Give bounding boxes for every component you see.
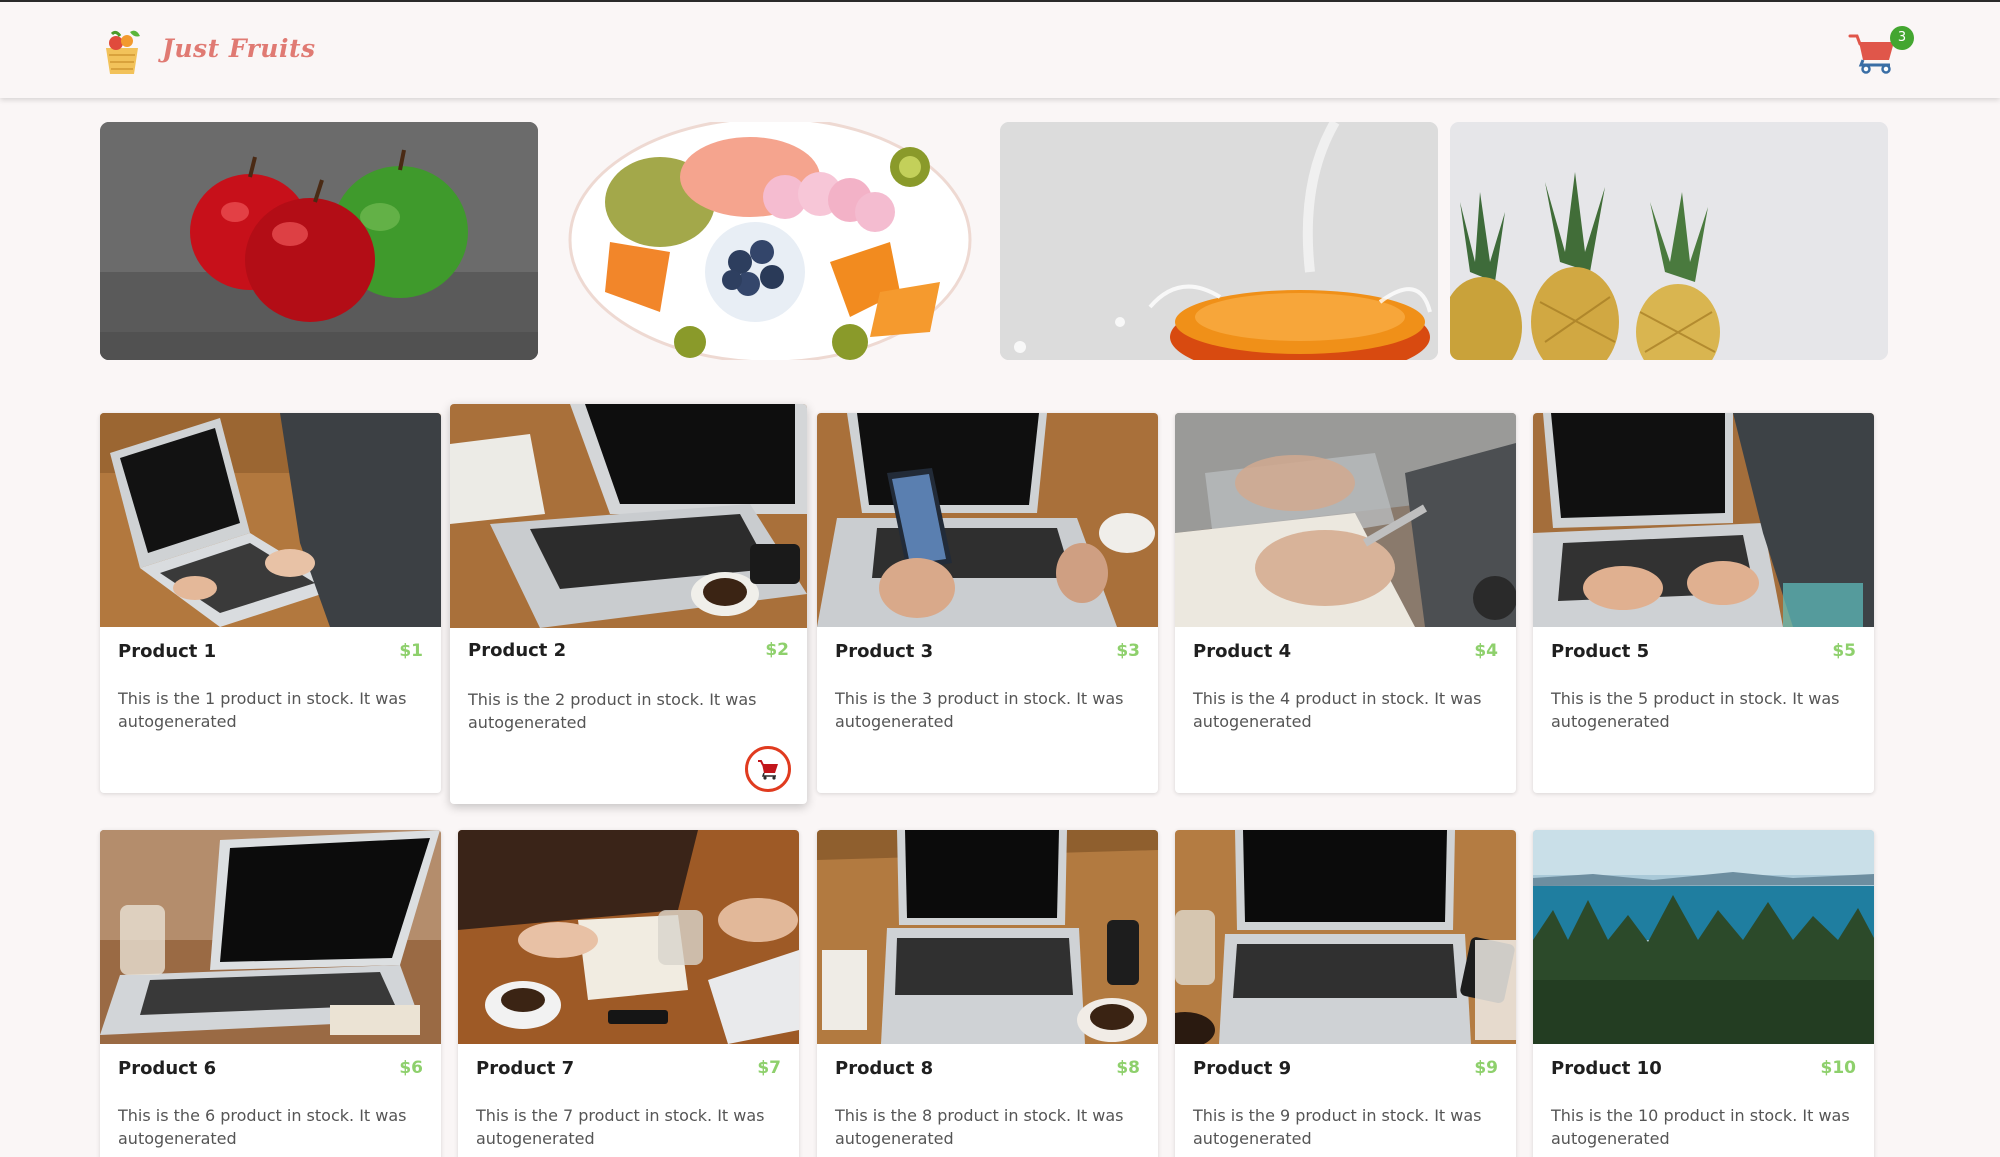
product-description: This is the 6 product in stock. It was a…: [118, 1106, 407, 1148]
product-name[interactable]: Product 6: [118, 1058, 216, 1079]
apples-illustration: [100, 122, 538, 360]
product-image: [1533, 413, 1874, 627]
product-card[interactable]: Product 7 $7 This is the 7 product in st…: [458, 830, 799, 1157]
product-image: [1175, 413, 1516, 627]
cart-count-badge: 3: [1890, 26, 1914, 50]
product-image: [817, 830, 1158, 1044]
fruit-basket-icon[interactable]: [100, 28, 144, 76]
pineapples-illustration: [1450, 122, 1888, 360]
product-description: This is the 5 product in stock. It was a…: [1551, 689, 1840, 731]
product-card[interactable]: Product 8 $8 This is the 8 product in st…: [817, 830, 1158, 1157]
product-name[interactable]: Product 8: [835, 1058, 933, 1079]
product-price: $9: [1474, 1058, 1498, 1078]
add-to-cart-icon: [758, 760, 778, 780]
product-card[interactable]: Product 6 $6 This is the 6 product in st…: [100, 830, 441, 1157]
brand-name[interactable]: Just Fruits: [162, 34, 316, 63]
product-price: $2: [765, 640, 789, 660]
product-description: This is the 3 product in stock. It was a…: [835, 689, 1124, 731]
shopping-cart-icon: [1848, 34, 1894, 74]
product-image: [100, 413, 441, 627]
product-description: This is the 10 product in stock. It was …: [1551, 1106, 1850, 1148]
cart-button[interactable]: 3: [1848, 26, 1914, 76]
product-name[interactable]: Product 7: [476, 1058, 574, 1079]
banner-orange-splash[interactable]: [1000, 122, 1438, 360]
product-image: [450, 404, 807, 628]
product-description: This is the 1 product in stock. It was a…: [118, 689, 407, 731]
fruit-platter-illustration: [568, 122, 972, 360]
product-name[interactable]: Product 5: [1551, 641, 1649, 662]
product-price: $4: [1474, 641, 1498, 661]
product-description: This is the 8 product in stock. It was a…: [835, 1106, 1124, 1148]
product-price: $10: [1820, 1058, 1857, 1078]
product-description: This is the 7 product in stock. It was a…: [476, 1106, 765, 1148]
product-card[interactable]: Product 3 $3 This is the 3 product in st…: [817, 413, 1158, 793]
product-image: [1533, 830, 1874, 1044]
orange-splash-illustration: [1000, 122, 1438, 360]
product-name[interactable]: Product 4: [1193, 641, 1291, 662]
product-description: This is the 4 product in stock. It was a…: [1193, 689, 1482, 731]
product-name[interactable]: Product 9: [1193, 1058, 1291, 1079]
product-card[interactable]: Product 9 $9 This is the 9 product in st…: [1175, 830, 1516, 1157]
product-price: $3: [1116, 641, 1140, 661]
product-description: This is the 9 product in stock. It was a…: [1193, 1106, 1482, 1148]
product-card[interactable]: Product 1 $1 This is the 1 product in st…: [100, 413, 441, 793]
product-card[interactable]: Product 5 $5 This is the 5 product in st…: [1533, 413, 1874, 793]
product-price: $5: [1832, 641, 1856, 661]
product-price: $7: [757, 1058, 781, 1078]
product-image: [100, 830, 441, 1044]
product-image: [458, 830, 799, 1044]
banner-apples[interactable]: [100, 122, 538, 360]
product-name[interactable]: Product 2: [468, 640, 566, 661]
banner-fruit-platter[interactable]: [550, 122, 990, 360]
product-price: $6: [399, 1058, 423, 1078]
product-card[interactable]: Product 4 $4 This is the 4 product in st…: [1175, 413, 1516, 793]
product-image: [1175, 830, 1516, 1044]
site-header: Just Fruits 3: [0, 2, 2000, 98]
product-price: $8: [1116, 1058, 1140, 1078]
add-to-cart-button[interactable]: [745, 746, 791, 792]
banner-pineapples[interactable]: [1450, 122, 1888, 360]
product-card[interactable]: Product 2 $2 This is the 2 product in st…: [450, 404, 807, 804]
product-price: $1: [399, 641, 423, 661]
product-image: [817, 413, 1158, 627]
product-card[interactable]: Product 10 $10 This is the 10 product in…: [1533, 830, 1874, 1157]
product-name[interactable]: Product 1: [118, 641, 216, 662]
product-name[interactable]: Product 3: [835, 641, 933, 662]
product-description: This is the 2 product in stock. It was a…: [468, 690, 757, 732]
product-name[interactable]: Product 10: [1551, 1058, 1662, 1079]
